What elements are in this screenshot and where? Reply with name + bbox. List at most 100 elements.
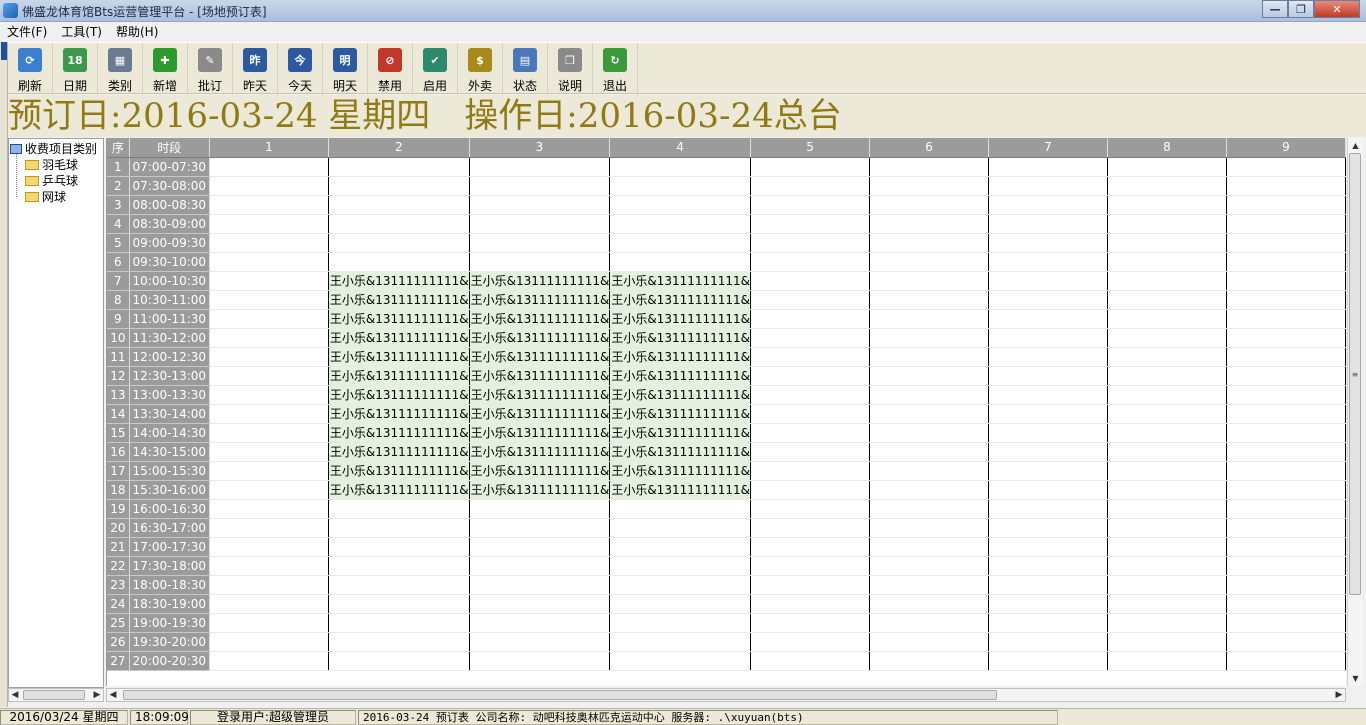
tree-item-tennis[interactable]: 网球 bbox=[25, 188, 66, 205]
empty-slot-cell[interactable] bbox=[209, 480, 329, 500]
empty-slot-cell[interactable] bbox=[750, 632, 871, 652]
empty-slot-cell[interactable] bbox=[209, 328, 329, 348]
empty-slot-cell[interactable] bbox=[1226, 309, 1346, 329]
tree-item-badminton[interactable]: 羽毛球 bbox=[25, 156, 78, 173]
empty-slot-cell[interactable] bbox=[750, 575, 871, 595]
empty-slot-cell[interactable] bbox=[750, 214, 871, 234]
empty-slot-cell[interactable] bbox=[1107, 404, 1227, 424]
booking-cell[interactable]: 王小乐&13111111111& bbox=[609, 366, 752, 386]
tree-horizontal-scrollbar[interactable]: ◀ ▶ bbox=[8, 688, 104, 702]
empty-slot-cell[interactable] bbox=[869, 632, 989, 652]
empty-slot-cell[interactable] bbox=[1226, 290, 1346, 310]
empty-slot-cell[interactable] bbox=[1107, 157, 1227, 177]
empty-slot-cell[interactable] bbox=[1226, 157, 1346, 177]
empty-slot-cell[interactable] bbox=[328, 537, 470, 557]
empty-slot-cell[interactable] bbox=[1107, 195, 1227, 215]
empty-slot-cell[interactable] bbox=[609, 252, 752, 272]
empty-slot-cell[interactable] bbox=[750, 404, 871, 424]
booking-cell[interactable]: 王小乐&13111111111& bbox=[469, 290, 611, 310]
toolbar-button-help-book[interactable]: ❐ 说明 bbox=[548, 43, 593, 95]
empty-slot-cell[interactable] bbox=[609, 195, 752, 215]
empty-slot-cell[interactable] bbox=[988, 499, 1108, 519]
empty-slot-cell[interactable] bbox=[1226, 423, 1346, 443]
close-button[interactable]: ✕ bbox=[1314, 0, 1360, 18]
minimize-button[interactable]: — bbox=[1262, 0, 1288, 18]
empty-slot-cell[interactable] bbox=[750, 442, 871, 462]
empty-slot-cell[interactable] bbox=[209, 423, 329, 443]
toolbar-button-add[interactable]: ✚ 新增 bbox=[143, 43, 188, 95]
menu-file[interactable]: 文件(F) bbox=[0, 23, 54, 40]
empty-slot-cell[interactable] bbox=[988, 195, 1108, 215]
booking-cell[interactable]: 王小乐&13111111111& bbox=[609, 385, 752, 405]
empty-slot-cell[interactable] bbox=[1107, 651, 1227, 671]
empty-slot-cell[interactable] bbox=[209, 442, 329, 462]
empty-slot-cell[interactable] bbox=[328, 594, 470, 614]
empty-slot-cell[interactable] bbox=[988, 157, 1108, 177]
header-court[interactable]: 6 bbox=[869, 138, 989, 158]
booking-cell[interactable]: 王小乐&13111111111& bbox=[328, 271, 470, 291]
empty-slot-cell[interactable] bbox=[1107, 385, 1227, 405]
toolbar-button-takeout[interactable]: $ 外卖 bbox=[458, 43, 503, 95]
empty-slot-cell[interactable] bbox=[869, 366, 989, 386]
booking-cell[interactable]: 王小乐&13111111111& bbox=[469, 423, 611, 443]
empty-slot-cell[interactable] bbox=[209, 233, 329, 253]
empty-slot-cell[interactable] bbox=[328, 556, 470, 576]
empty-slot-cell[interactable] bbox=[209, 499, 329, 519]
empty-slot-cell[interactable] bbox=[1107, 556, 1227, 576]
empty-slot-cell[interactable] bbox=[328, 499, 470, 519]
empty-slot-cell[interactable] bbox=[869, 594, 989, 614]
booking-cell[interactable]: 王小乐&13111111111& bbox=[469, 461, 611, 481]
toolbar-button-status[interactable]: ▤ 状态 bbox=[503, 43, 548, 95]
empty-slot-cell[interactable] bbox=[750, 461, 871, 481]
empty-slot-cell[interactable] bbox=[209, 347, 329, 367]
empty-slot-cell[interactable] bbox=[469, 195, 611, 215]
empty-slot-cell[interactable] bbox=[469, 594, 611, 614]
booking-cell[interactable]: 王小乐&13111111111& bbox=[328, 404, 470, 424]
booking-cell[interactable]: 王小乐&13111111111& bbox=[469, 442, 611, 462]
header-court[interactable]: 2 bbox=[328, 138, 470, 158]
empty-slot-cell[interactable] bbox=[750, 385, 871, 405]
empty-slot-cell[interactable] bbox=[609, 176, 752, 196]
booking-cell[interactable]: 王小乐&13111111111& bbox=[469, 328, 611, 348]
empty-slot-cell[interactable] bbox=[209, 309, 329, 329]
booking-cell[interactable]: 王小乐&13111111111& bbox=[328, 461, 470, 481]
empty-slot-cell[interactable] bbox=[869, 328, 989, 348]
booking-cell[interactable]: 王小乐&13111111111& bbox=[609, 461, 752, 481]
empty-slot-cell[interactable] bbox=[1107, 613, 1227, 633]
header-court[interactable]: 9 bbox=[1226, 138, 1346, 158]
empty-slot-cell[interactable] bbox=[469, 214, 611, 234]
empty-slot-cell[interactable] bbox=[1107, 575, 1227, 595]
empty-slot-cell[interactable] bbox=[988, 651, 1108, 671]
empty-slot-cell[interactable] bbox=[869, 271, 989, 291]
empty-slot-cell[interactable] bbox=[609, 157, 752, 177]
empty-slot-cell[interactable] bbox=[609, 214, 752, 234]
empty-slot-cell[interactable] bbox=[209, 271, 329, 291]
empty-slot-cell[interactable] bbox=[328, 632, 470, 652]
empty-slot-cell[interactable] bbox=[1226, 480, 1346, 500]
empty-slot-cell[interactable] bbox=[869, 347, 989, 367]
header-court[interactable]: 4 bbox=[609, 138, 752, 158]
booking-cell[interactable]: 王小乐&13111111111& bbox=[609, 309, 752, 329]
empty-slot-cell[interactable] bbox=[1107, 499, 1227, 519]
empty-slot-cell[interactable] bbox=[209, 252, 329, 272]
header-court[interactable]: 3 bbox=[469, 138, 611, 158]
empty-slot-cell[interactable] bbox=[469, 632, 611, 652]
empty-slot-cell[interactable] bbox=[750, 176, 871, 196]
empty-slot-cell[interactable] bbox=[1107, 423, 1227, 443]
empty-slot-cell[interactable] bbox=[328, 214, 470, 234]
toolbar-button-refresh[interactable]: ⟳ 刷新 bbox=[8, 43, 53, 95]
empty-slot-cell[interactable] bbox=[609, 594, 752, 614]
booking-cell[interactable]: 王小乐&13111111111& bbox=[609, 423, 752, 443]
empty-slot-cell[interactable] bbox=[988, 423, 1108, 443]
empty-slot-cell[interactable] bbox=[1107, 214, 1227, 234]
booking-cell[interactable]: 王小乐&13111111111& bbox=[328, 290, 470, 310]
empty-slot-cell[interactable] bbox=[209, 556, 329, 576]
empty-slot-cell[interactable] bbox=[988, 328, 1108, 348]
booking-cell[interactable]: 王小乐&13111111111& bbox=[328, 328, 470, 348]
empty-slot-cell[interactable] bbox=[1226, 214, 1346, 234]
empty-slot-cell[interactable] bbox=[469, 176, 611, 196]
empty-slot-cell[interactable] bbox=[988, 594, 1108, 614]
toolbar-button-category[interactable]: ▦ 类别 bbox=[98, 43, 143, 95]
empty-slot-cell[interactable] bbox=[209, 290, 329, 310]
empty-slot-cell[interactable] bbox=[1226, 632, 1346, 652]
